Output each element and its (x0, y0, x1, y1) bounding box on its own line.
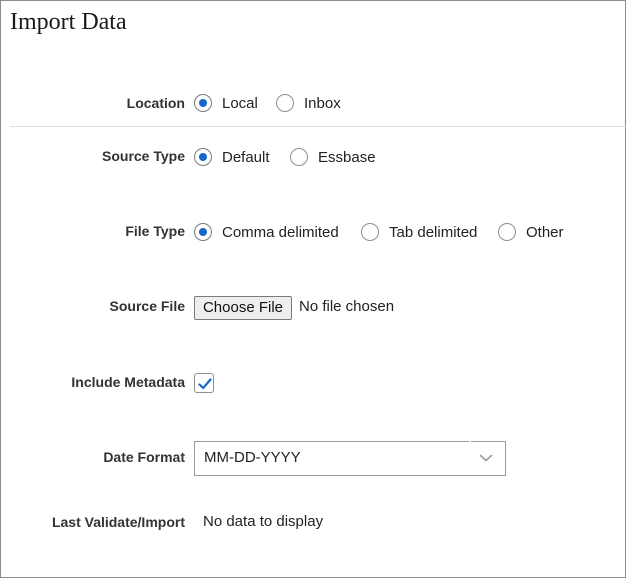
select-notch (469, 441, 471, 443)
file-type-label: File Type (125, 223, 185, 239)
source-type-essbase-label: Essbase (318, 148, 376, 166)
checkmark-icon (198, 378, 212, 390)
location-label: Location (126, 95, 185, 111)
file-type-tab-radio[interactable] (361, 223, 379, 241)
source-type-option-essbase[interactable]: Essbase (290, 148, 376, 166)
date-format-value: MM-DD-YYYY (204, 449, 301, 466)
last-validate-value: No data to display (203, 513, 324, 530)
file-type-tab-label: Tab delimited (389, 223, 478, 241)
date-format-label: Date Format (103, 449, 185, 465)
location-option-inbox[interactable]: Inbox (276, 94, 341, 112)
file-type-option-comma[interactable]: Comma delimited (194, 223, 339, 241)
last-validate-label: Last Validate/Import (51, 514, 185, 530)
dialog-title: Import Data (10, 9, 127, 35)
import-data-dialog: Import Data Location Local Inbox Source … (0, 0, 626, 578)
section-divider (10, 126, 626, 127)
location-inbox-label: Inbox (304, 94, 341, 112)
file-type-other-label: Other (526, 223, 564, 241)
include-metadata-label: Include Metadata (71, 374, 185, 390)
chevron-down-icon[interactable] (479, 453, 493, 463)
file-type-option-other[interactable]: Other (498, 223, 564, 241)
file-type-option-tab[interactable]: Tab delimited (361, 223, 477, 241)
source-type-default-radio[interactable] (194, 148, 212, 166)
file-status-text: No file chosen (299, 298, 395, 315)
file-type-comma-label: Comma delimited (222, 223, 339, 241)
date-format-select[interactable]: MM-DD-YYYY (194, 441, 506, 476)
source-type-option-default[interactable]: Default (194, 148, 270, 166)
source-type-essbase-radio[interactable] (290, 148, 308, 166)
file-type-comma-radio[interactable] (194, 223, 212, 241)
source-file-label: Source File (109, 298, 185, 314)
source-type-label: Source Type (102, 148, 185, 164)
file-type-other-radio[interactable] (498, 223, 516, 241)
location-option-local[interactable]: Local (194, 94, 258, 112)
source-type-default-label: Default (222, 148, 270, 166)
include-metadata-checkbox[interactable] (194, 373, 214, 393)
choose-file-button[interactable]: Choose File (194, 296, 292, 320)
location-inbox-radio[interactable] (276, 94, 294, 112)
location-local-radio[interactable] (194, 94, 212, 112)
location-local-label: Local (222, 94, 258, 112)
